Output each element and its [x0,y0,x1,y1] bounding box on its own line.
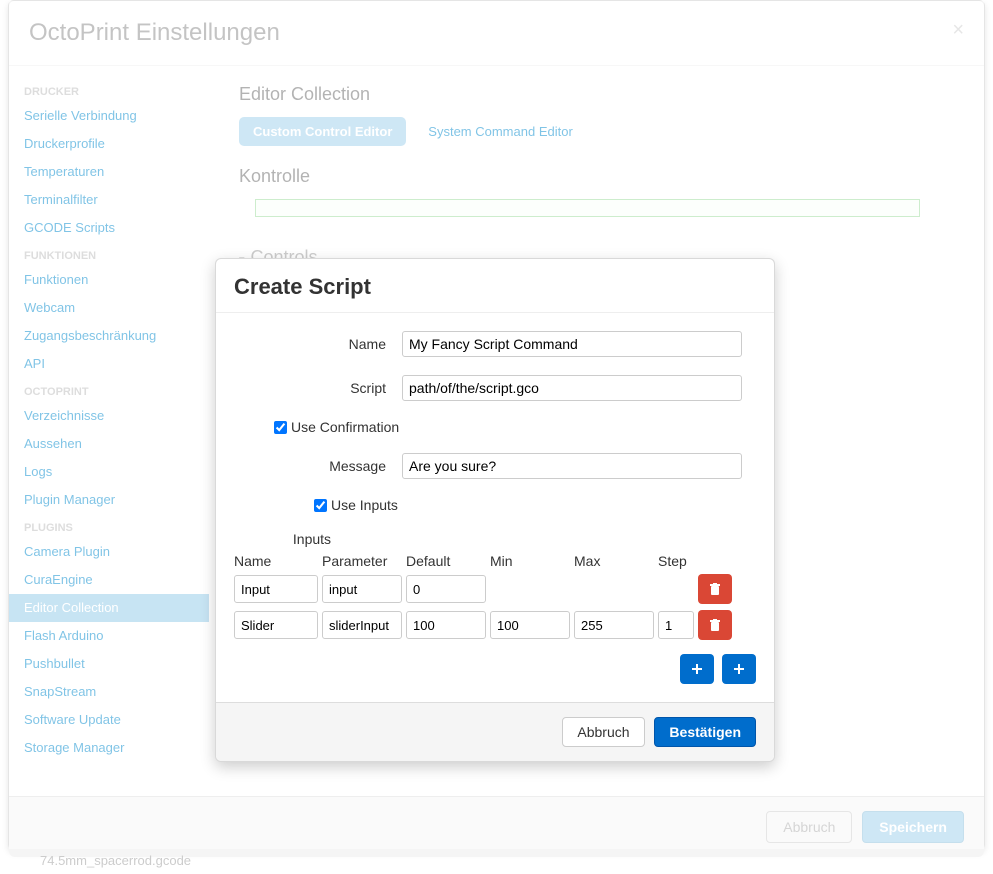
input-script[interactable] [402,375,742,401]
inputs-row [234,610,756,640]
nav-header: OCTOPRINT [9,378,209,402]
row-name-input[interactable] [234,575,318,603]
section-heading-editor: Editor Collection [239,84,954,105]
create-script-modal: Create Script Name Script Use Confirmati… [215,258,775,762]
tab-custom-control-editor[interactable]: Custom Control Editor [239,117,406,146]
add-input-button[interactable] [680,654,714,684]
sidebar-item[interactable]: Pushbullet [9,650,209,678]
delete-row-button[interactable] [698,610,732,640]
script-confirm-button[interactable]: Bestätigen [654,717,756,747]
sidebar-item[interactable]: Verzeichnisse [9,402,209,430]
input-message[interactable] [402,453,742,479]
sidebar-item[interactable]: Plugin Manager [9,486,209,514]
row-step-input[interactable] [658,611,694,639]
col-header-max: Max [574,553,654,569]
delete-row-button[interactable] [698,574,732,604]
row-min-input[interactable] [490,611,570,639]
add-buttons-row [234,654,756,684]
sidebar-item[interactable]: Logs [9,458,209,486]
inputs-table: Name Parameter Default Min Max Step [234,553,756,640]
col-header-name: Name [234,553,318,569]
row-default-input[interactable] [406,575,486,603]
sidebar-item[interactable]: API [9,350,209,378]
sidebar-item[interactable]: Storage Manager [9,734,209,762]
settings-cancel-button[interactable]: Abbruch [766,811,852,843]
inputs-header-row: Name Parameter Default Min Max Step [234,553,756,569]
script-modal-footer: Abbruch Bestätigen [216,702,774,761]
trash-icon [709,583,721,596]
script-modal-title: Create Script [234,274,756,300]
sidebar-item[interactable]: Flash Arduino [9,622,209,650]
row-name-input[interactable] [234,611,318,639]
sidebar-item[interactable]: Zugangsbeschränkung [9,322,209,350]
sidebar-item[interactable]: SnapStream [9,678,209,706]
col-header-parameter: Parameter [322,553,402,569]
trash-icon [709,619,721,632]
sidebar-item[interactable]: Camera Plugin [9,538,209,566]
checkbox-use-confirmation[interactable] [274,421,287,434]
settings-save-button[interactable]: Speichern [862,811,964,843]
label-use-confirmation: Use Confirmation [291,419,399,435]
row-parameter-input[interactable] [322,611,402,639]
inputs-heading: Inputs [234,531,390,547]
plus-icon [691,663,703,675]
settings-footer: Abbruch Speichern [9,796,984,857]
checkbox-use-inputs[interactable] [314,499,327,512]
sidebar-item[interactable]: Terminalfilter [9,186,209,214]
settings-sidebar: DRUCKERSerielle VerbindungDruckerprofile… [9,66,209,796]
sidebar-item[interactable]: Serielle Verbindung [9,102,209,130]
label-use-inputs: Use Inputs [331,497,398,513]
label-name: Name [234,336,402,352]
sidebar-item[interactable]: Editor Collection [9,594,209,622]
row-max-input[interactable] [574,611,654,639]
script-cancel-button[interactable]: Abbruch [562,717,644,747]
settings-header: OctoPrint Einstellungen × [9,1,984,66]
sidebar-item[interactable]: Funktionen [9,266,209,294]
col-header-step: Step [658,553,694,569]
row-parameter-input[interactable] [322,575,402,603]
close-icon[interactable]: × [952,19,964,42]
col-header-default: Default [406,553,486,569]
add-slider-button[interactable] [722,654,756,684]
nav-header: FUNKTIONEN [9,242,209,266]
section-heading-kontrolle: Kontrolle [239,166,954,187]
settings-title: OctoPrint Einstellungen [29,19,964,47]
label-script: Script [234,380,402,396]
sidebar-item[interactable]: Temperaturen [9,158,209,186]
sidebar-item[interactable]: Aussehen [9,430,209,458]
control-drop-zone[interactable] [255,199,920,217]
sidebar-item[interactable]: CuraEngine [9,566,209,594]
label-message: Message [234,458,402,474]
row-default-input[interactable] [406,611,486,639]
sidebar-item[interactable]: Webcam [9,294,209,322]
input-name[interactable] [402,331,742,357]
background-filename: 74.5mm_spacerrod.gcode [40,853,191,868]
script-modal-body: Name Script Use Confirmation Message Use… [216,313,774,702]
tab-system-command-editor[interactable]: System Command Editor [414,117,587,146]
col-header-min: Min [490,553,570,569]
plus-icon [733,663,745,675]
nav-header: DRUCKER [9,78,209,102]
script-modal-header: Create Script [216,259,774,313]
sidebar-item[interactable]: Software Update [9,706,209,734]
editor-tabs: Custom Control Editor System Command Edi… [239,117,954,146]
inputs-row [234,574,756,604]
sidebar-item[interactable]: GCODE Scripts [9,214,209,242]
nav-header: PLUGINS [9,514,209,538]
sidebar-item[interactable]: Druckerprofile [9,130,209,158]
